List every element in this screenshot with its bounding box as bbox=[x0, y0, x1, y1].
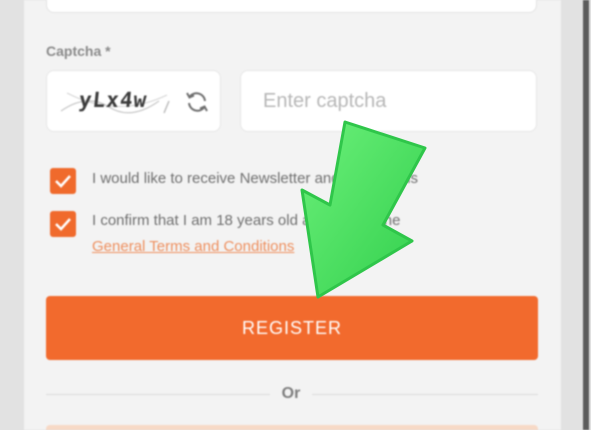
divider-or-text: Or bbox=[281, 385, 301, 402]
terms-link[interactable]: General Terms and Conditions bbox=[92, 238, 294, 255]
newsletter-checkbox[interactable] bbox=[50, 168, 76, 194]
checkmark-icon bbox=[55, 218, 71, 231]
refresh-icon[interactable] bbox=[184, 89, 210, 115]
divider-right bbox=[312, 394, 538, 395]
screen: Captcha * yLx4w I would like to receive … bbox=[0, 0, 591, 430]
captcha-code: yLx4w bbox=[77, 88, 149, 112]
divider-left bbox=[46, 394, 270, 395]
captcha-input[interactable] bbox=[240, 70, 537, 132]
age-confirm-checkbox[interactable] bbox=[50, 211, 76, 237]
captcha-label: Captcha * bbox=[46, 43, 111, 59]
age-confirm-label: I confirm that I am 18 years old and acc… bbox=[92, 212, 401, 229]
captcha-image: yLx4w bbox=[46, 70, 221, 132]
page-edge bbox=[583, 0, 589, 430]
checkmark-icon bbox=[55, 175, 71, 188]
next-button-partial[interactable] bbox=[46, 425, 538, 430]
register-button[interactable]: REGISTER bbox=[46, 296, 538, 360]
newsletter-checkbox-label: I would like to receive Newsletter and p… bbox=[92, 170, 418, 187]
previous-input-field[interactable] bbox=[46, 0, 537, 13]
